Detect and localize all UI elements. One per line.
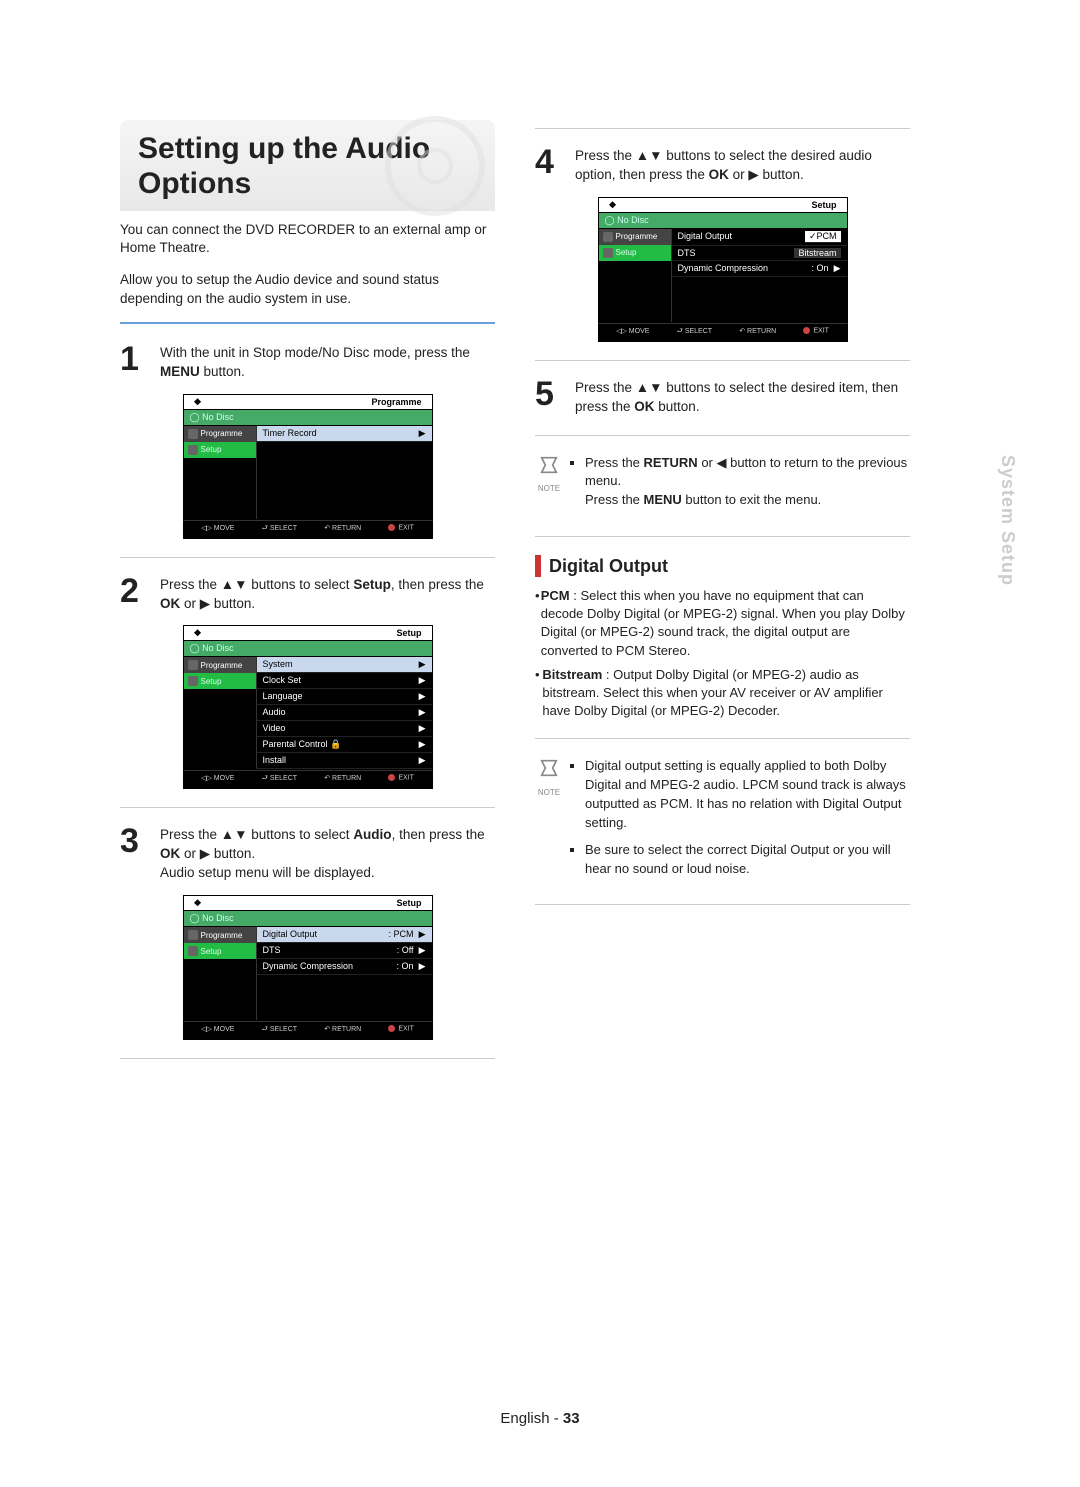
osd-menu-2: ❖Setup ◯ No Disc Programme Setup System▶… <box>183 625 433 789</box>
title-box: Setting up the Audio Options <box>120 120 495 211</box>
step-3: 3 Press the ▲▼ buttons to select Audio, … <box>120 826 495 883</box>
step-text: With the unit in Stop mode/No Disc mode,… <box>160 344 495 382</box>
step-4: 4 Press the ▲▼ buttons to select the des… <box>535 147 910 185</box>
section-heading: Digital Output <box>535 555 910 577</box>
right-column: 4 Press the ▲▼ buttons to select the des… <box>535 120 910 1077</box>
page-footer: English - 33 <box>0 1410 1080 1427</box>
intro-2: Allow you to setup the Audio device and … <box>120 271 495 307</box>
step-1: 1 With the unit in Stop mode/No Disc mod… <box>120 344 495 382</box>
note-2: NOTE Digital output setting is equally a… <box>535 757 910 886</box>
step-5: 5 Press the ▲▼ buttons to select the des… <box>535 379 910 417</box>
disc-graphic <box>385 116 485 216</box>
red-bar-icon <box>535 555 541 577</box>
step-2: 2 Press the ▲▼ buttons to select Setup, … <box>120 576 495 614</box>
side-tab: System Setup <box>997 455 1018 586</box>
step-number: 1 <box>120 344 150 382</box>
osd-menu-1: ❖Programme ◯ No Disc Programme Setup Tim… <box>183 394 433 539</box>
intro-1: You can connect the DVD RECORDER to an e… <box>120 221 495 257</box>
osd-menu-4: ❖Setup ◯ No Disc Programme Setup Digital… <box>598 197 848 342</box>
setup-icon <box>188 445 198 455</box>
note-1: NOTE Press the RETURN or ◀ button to ret… <box>535 454 910 519</box>
programme-icon <box>188 429 198 439</box>
note-icon: NOTE <box>535 454 563 519</box>
divider <box>120 322 495 324</box>
option-list: • PCM : Select this when you have no equ… <box>535 587 910 720</box>
osd-menu-3: ❖Setup ◯ No Disc Programme Setup Digital… <box>183 895 433 1040</box>
left-column: Setting up the Audio Options You can con… <box>120 120 495 1077</box>
